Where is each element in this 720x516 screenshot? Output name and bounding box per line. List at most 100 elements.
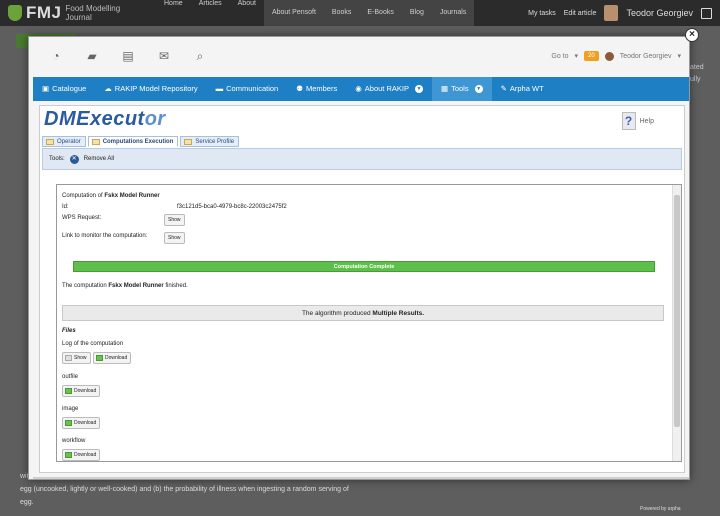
nav-about-rakip[interactable]: ◉ About RAKIP ▼ (346, 77, 432, 101)
dmexecutor-frame: DMExecutor ? Help Operator Computations … (39, 105, 685, 473)
nav-communication[interactable]: ▬ Communication (207, 77, 288, 101)
tab-icon (46, 139, 54, 145)
tabs: Operator Computations Execution Service … (42, 136, 240, 147)
logo-tail: or (144, 108, 166, 130)
nav-members-label: Members (305, 84, 338, 93)
nav-articles[interactable]: Articles (191, 0, 230, 26)
log-download-button[interactable]: Download (93, 352, 132, 364)
tools-label: Tools: (49, 156, 65, 162)
logout-icon[interactable] (701, 7, 712, 19)
result-prefix: The algorithm produced (301, 310, 371, 317)
nav-about-label: About RAKIP (364, 84, 409, 93)
nav-blog[interactable]: Blog (401, 0, 432, 26)
result-bold: Multiple Results. (372, 310, 425, 317)
id-value: f3c121d5-bca0-4979-bc8c-22003c2475f2 (177, 204, 287, 210)
file-image-label: image (62, 406, 79, 412)
logo-subtitle-1: Food Modelling (65, 4, 121, 13)
computation-title: Computation of Fskx Model Runner (62, 193, 160, 199)
nav-members[interactable]: ⚉ Members (287, 77, 346, 101)
progress-label: Computation Complete (333, 264, 395, 270)
rakip-nav: ▣ Catalogue ☁ RAKIP Model Repository ▬ Comm… (33, 77, 689, 101)
user-chevron-icon[interactable]: ▾ (677, 52, 681, 60)
nav-arpha-label: Arpha WT (509, 84, 544, 93)
nav-catalogue[interactable]: ▣ Catalogue (33, 77, 95, 101)
chevron-down-icon: ▾ (574, 53, 579, 60)
progress-bar: Computation Complete (73, 261, 655, 272)
file-workflow-label: workflow (62, 438, 86, 444)
image-download-button[interactable]: Download (62, 417, 101, 429)
notification-badge[interactable]: 20 (584, 51, 599, 61)
download-icon (65, 452, 72, 458)
nav-communication-label: Communication (226, 84, 279, 93)
nav-home[interactable]: Home (156, 0, 191, 26)
log-show-label: Show (74, 355, 87, 361)
tab-computations-execution[interactable]: Computations Execution (87, 136, 179, 147)
modal-dialog: ◔ ▰ ▤ ✉ ⌕ Go to ▾ 20 Teodor Georgiev ▾ ▣… (28, 36, 690, 480)
powered-brand: arpha (667, 506, 681, 512)
tab-service-profile[interactable]: Service Profile (180, 136, 240, 147)
tab-icon (91, 139, 100, 145)
dashboard-icon[interactable]: ◔ (49, 50, 63, 62)
scrollbar-thumb[interactable] (674, 195, 680, 427)
search-icon[interactable]: ⌕ (193, 50, 207, 62)
right-fragment-2: ully (690, 76, 701, 83)
nav-tools[interactable]: ▦ Tools ▼ (431, 77, 492, 101)
site-logo[interactable]: FMJ Food Modelling Journal (0, 3, 150, 23)
panel-scrollbar[interactable] (672, 185, 681, 461)
toolbox-icon: ▦ (440, 84, 449, 93)
finished-prefix: The computation (62, 283, 107, 289)
tab-operator[interactable]: Operator (42, 136, 86, 147)
help-button[interactable]: ? Help (621, 112, 654, 130)
help-icon: ? (621, 112, 636, 130)
nav-about-pensoft[interactable]: About Pensoft (263, 0, 324, 26)
nav-tools-label: Tools (451, 84, 469, 93)
user-avatar[interactable] (604, 51, 614, 61)
link-label: Link to monitor the computation: (62, 233, 148, 239)
logo-subtitle-2: Journal (65, 13, 92, 22)
background-right-text: ated ully (690, 62, 704, 86)
outfile-download-label: Download (74, 388, 97, 394)
tab-icon (184, 139, 193, 145)
modal-user-name[interactable]: Teodor Georgiev (620, 53, 672, 60)
nav-arpha-wt[interactable]: ✎ Arpha WT (492, 77, 553, 101)
nav-books[interactable]: Books (323, 0, 360, 26)
chat-icon: ▬ (215, 84, 224, 93)
computation-name: Fskx Model Runner (104, 193, 160, 199)
help-label: Help (639, 117, 654, 125)
workflow-download-button[interactable]: Download (62, 449, 101, 461)
remove-all-button[interactable]: Remove All (84, 156, 114, 162)
wps-show-button[interactable]: Show (164, 214, 185, 226)
nav-catalogue-label: Catalogue (52, 84, 87, 93)
nav-rakip-repository[interactable]: ☁ RAKIP Model Repository (95, 77, 206, 101)
my-tasks-link[interactable]: My tasks (528, 10, 556, 17)
site-header: FMJ Food Modelling Journal Home Articles… (0, 0, 720, 26)
tools-bar: Tools: ✕ Remove All (42, 148, 682, 170)
right-fragment-1: ated (690, 64, 704, 71)
nav-ebooks[interactable]: E-Books (359, 0, 402, 26)
file-log-label: Log of the computation (62, 341, 124, 347)
book-icon[interactable]: ▤ (121, 50, 135, 62)
nav-about[interactable]: About (230, 0, 264, 26)
powered-by: Powered by arpha (640, 506, 681, 512)
goto-label[interactable]: Go to (551, 53, 568, 60)
files-header: Files (62, 328, 76, 334)
close-icon[interactable]: × (685, 28, 699, 42)
folder-icon[interactable]: ▰ (85, 50, 99, 62)
tab-computations-label: Computations Execution (102, 139, 174, 145)
computation-prefix: Computation of (62, 193, 103, 199)
link-show-button[interactable]: Show (164, 232, 185, 244)
nav-journals[interactable]: Journals (431, 0, 475, 26)
avatar[interactable] (604, 5, 619, 21)
edit-article-link[interactable]: Edit article (564, 10, 597, 17)
article-line-3: egg. (20, 499, 34, 506)
logo-text: FMJ (26, 3, 62, 22)
remove-all-icon[interactable]: ✕ (69, 154, 79, 164)
logo-main: DMExecut (44, 108, 145, 130)
site-user-name[interactable]: Teodor Georgiev (626, 8, 693, 18)
outfile-download-button[interactable]: Download (62, 385, 101, 397)
image-download-label: Download (74, 420, 97, 426)
finished-suffix: finished. (165, 283, 188, 289)
log-show-button[interactable]: Show (62, 352, 91, 364)
modal-toolbar: ◔ ▰ ▤ ✉ ⌕ Go to ▾ 20 Teodor Georgiev ▾ (39, 41, 681, 71)
mail-icon[interactable]: ✉ (157, 50, 171, 62)
